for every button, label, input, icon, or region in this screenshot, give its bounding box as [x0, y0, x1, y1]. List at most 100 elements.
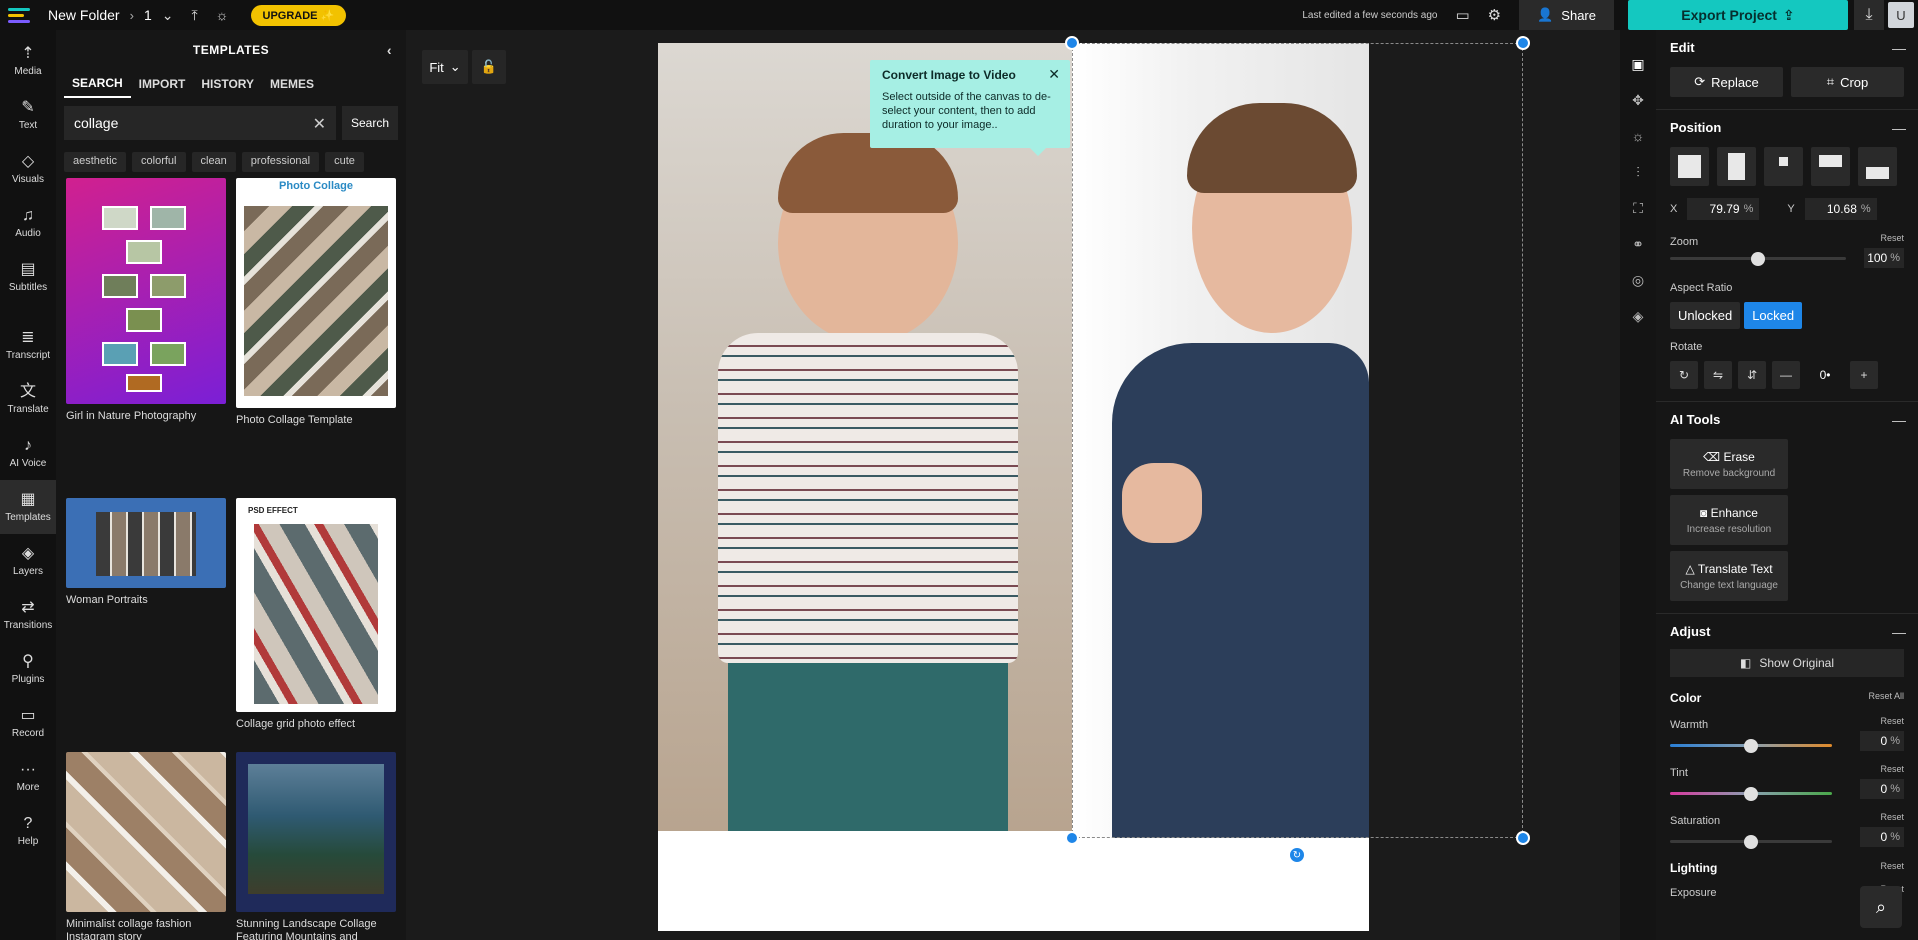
- collapse-icon[interactable]: —: [1892, 40, 1906, 56]
- adjust-reset-link[interactable]: Reset: [1880, 764, 1904, 774]
- upgrade-button[interactable]: UPGRADE ✨: [250, 4, 347, 26]
- flip-vertical-icon[interactable]: ⇵: [1738, 361, 1766, 389]
- show-original-button[interactable]: ◧ Show Original: [1670, 649, 1904, 677]
- rail-item-media[interactable]: ⇡ Media: [0, 34, 56, 88]
- position-top-button[interactable]: [1811, 147, 1850, 186]
- position-fit-button[interactable]: [1717, 147, 1756, 186]
- x-input[interactable]: 79.79%: [1687, 198, 1760, 220]
- adjust-slider[interactable]: [1670, 835, 1832, 849]
- template-card[interactable]: Stunning Landscape Collage Featuring Mou…: [236, 752, 396, 940]
- search-fab-button[interactable]: ⌕: [1860, 886, 1902, 928]
- flip-horizontal-icon[interactable]: ⇋: [1704, 361, 1732, 389]
- adjust-slider[interactable]: [1670, 787, 1832, 801]
- adjust-value-input[interactable]: 0%: [1860, 731, 1904, 751]
- canvas-stage[interactable]: Fit ⌄ 🔓 Convert Image to Video Select ou…: [406, 30, 1620, 940]
- toddler-photo[interactable]: [658, 43, 1072, 831]
- resize-handle[interactable]: [1516, 831, 1530, 845]
- rotate-cw-icon[interactable]: ↻: [1670, 361, 1698, 389]
- chip-aesthetic[interactable]: aesthetic: [64, 152, 127, 172]
- upload-icon[interactable]: ⤒: [191, 7, 197, 24]
- adjust-slider[interactable]: [1670, 739, 1832, 753]
- link-icon[interactable]: ⚭: [1620, 226, 1656, 262]
- adjust-value-input[interactable]: 0%: [1860, 779, 1904, 799]
- adjust-slider-knob[interactable]: [1744, 835, 1758, 849]
- position-bottom-button[interactable]: [1858, 147, 1897, 186]
- color-filter-icon[interactable]: ◎: [1620, 262, 1656, 298]
- position-center-button[interactable]: [1764, 147, 1803, 186]
- template-card[interactable]: Photo Collage Photo Collage Template: [236, 178, 396, 427]
- rail-item-layers[interactable]: ◈ Layers: [0, 534, 56, 588]
- rail-item-transitions[interactable]: ⇄ Transitions: [0, 588, 56, 642]
- rotate-value[interactable]: 0•: [1806, 361, 1844, 389]
- zoom-slider[interactable]: [1670, 252, 1846, 266]
- lighting-icon[interactable]: ☼: [1620, 118, 1656, 154]
- aspect-unlocked-toggle[interactable]: Unlocked: [1670, 302, 1741, 329]
- rail-item-more[interactable]: ··· More: [0, 750, 56, 804]
- close-icon[interactable]: ✕: [1048, 66, 1060, 83]
- zoom-fit-dropdown[interactable]: Fit ⌄: [422, 50, 468, 84]
- zoom-input[interactable]: 100%: [1864, 248, 1904, 268]
- zoom-reset-link[interactable]: Reset: [1880, 233, 1904, 243]
- rail-item-record[interactable]: ▭ Record: [0, 696, 56, 750]
- share-button[interactable]: 👤 Share: [1519, 0, 1614, 30]
- erase-button[interactable]: ⌫ Erase Remove background: [1670, 439, 1788, 489]
- rotate-increase-icon[interactable]: +: [1850, 361, 1878, 389]
- crop-button[interactable]: ⌗ Crop: [1791, 67, 1904, 97]
- adjust-slider-knob[interactable]: [1744, 787, 1758, 801]
- chip-professional[interactable]: professional: [241, 152, 320, 172]
- tab-import[interactable]: IMPORT: [131, 71, 194, 97]
- y-input[interactable]: 10.68%: [1804, 198, 1877, 220]
- replace-button[interactable]: ⟳ Replace: [1670, 67, 1783, 97]
- lock-canvas-button[interactable]: 🔓: [472, 50, 506, 84]
- chip-colorful[interactable]: colorful: [132, 152, 186, 172]
- template-card[interactable]: Minimalist collage fashion Instagram sto…: [66, 752, 226, 940]
- translate-text-button[interactable]: △ Translate Text Change text language: [1670, 551, 1788, 601]
- search-button[interactable]: Search: [342, 106, 398, 140]
- adjust-value-input[interactable]: 0%: [1860, 827, 1904, 847]
- template-search-input[interactable]: collage ✕: [64, 106, 336, 140]
- chip-clean[interactable]: clean: [191, 152, 236, 172]
- rail-item-help[interactable]: ? Help: [0, 804, 56, 858]
- fit-frame-icon[interactable]: ⛶: [1620, 190, 1656, 226]
- template-card[interactable]: PSD EFFECT Collage grid photo effect: [236, 498, 396, 731]
- collapse-icon[interactable]: —: [1892, 412, 1906, 428]
- adjust-sliders-icon[interactable]: ⫶: [1620, 154, 1656, 190]
- template-card[interactable]: Woman Portraits: [66, 498, 226, 607]
- collapse-icon[interactable]: —: [1892, 624, 1906, 640]
- chevron-down-icon[interactable]: ⌄: [162, 7, 174, 24]
- rotate-decrease-icon[interactable]: —: [1772, 361, 1800, 389]
- rotate-handle-icon[interactable]: ↻: [1288, 846, 1306, 864]
- template-card[interactable]: Girl in Nature Photography: [66, 178, 226, 423]
- resize-handle[interactable]: [1065, 831, 1079, 845]
- app-logo[interactable]: [8, 0, 38, 30]
- move-icon[interactable]: ✥: [1620, 82, 1656, 118]
- rail-item-visuals[interactable]: ◇ Visuals: [0, 142, 56, 196]
- rail-item-ai-voice[interactable]: ♪ AI Voice: [0, 426, 56, 480]
- folder-name[interactable]: New Folder: [48, 7, 120, 23]
- rail-item-templates[interactable]: ▦ Templates: [0, 480, 56, 534]
- user-avatar[interactable]: U: [1888, 2, 1914, 28]
- rail-item-translate[interactable]: 文 Translate: [0, 372, 56, 426]
- comments-icon[interactable]: ▭: [1455, 6, 1469, 24]
- rail-item-audio[interactable]: ♫ Audio: [0, 196, 56, 250]
- tab-memes[interactable]: MEMES: [262, 71, 322, 97]
- rail-item-text[interactable]: ✎ Text: [0, 88, 56, 142]
- settings-gear-icon[interactable]: ⚙: [1488, 6, 1501, 24]
- clear-search-icon[interactable]: ✕: [313, 114, 326, 134]
- adjust-slider-knob[interactable]: [1744, 739, 1758, 753]
- rail-item-plugins[interactable]: ⚲ Plugins: [0, 642, 56, 696]
- download-button[interactable]: ⤓: [1854, 0, 1884, 30]
- enhance-button[interactable]: ◙ Enhance Increase resolution: [1670, 495, 1788, 545]
- adjust-reset-link[interactable]: Reset: [1880, 812, 1904, 822]
- chip-cute[interactable]: cute: [325, 152, 364, 172]
- resize-handle[interactable]: [1065, 36, 1079, 50]
- image-properties-icon[interactable]: ▣: [1620, 46, 1656, 82]
- lighting-reset-link[interactable]: Reset: [1880, 861, 1904, 871]
- adjust-reset-link[interactable]: Reset: [1880, 716, 1904, 726]
- rail-item-transcript[interactable]: ≣ Transcript: [0, 318, 56, 372]
- lightbulb-icon[interactable]: ☼: [216, 7, 229, 23]
- reset-all-link[interactable]: Reset All: [1868, 691, 1904, 701]
- layers-icon[interactable]: ◈: [1620, 298, 1656, 334]
- position-fill-button[interactable]: [1670, 147, 1709, 186]
- export-project-button[interactable]: Export Project ⇪: [1628, 0, 1848, 30]
